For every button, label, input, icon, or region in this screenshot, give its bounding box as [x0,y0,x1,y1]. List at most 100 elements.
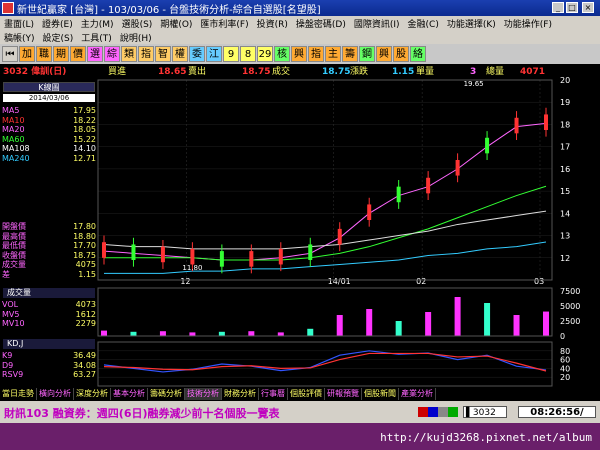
tab-3[interactable]: 基本分析 [111,388,148,400]
tab-4[interactable]: 籌碼分析 [148,388,185,400]
candle-body [337,228,342,245]
menu-item-1[interactable]: 證券(E) [42,17,73,30]
news-ticker[interactable]: 財訊103 融資券：週四(6日)融券減少前十名個股一覽表 [4,405,280,421]
volume-bar [218,331,225,336]
toolbar-button-19[interactable]: 主 [325,46,341,62]
volume-bar [395,321,402,336]
technical-chart[interactable]: 20191817161514131212 14/01 02 0319.6511.80 … [0,66,600,388]
menu-item-7[interactable]: 操盤密碼(D) [296,17,346,30]
tab-0[interactable]: 當日走勢 [0,388,37,400]
toolbar-button-16[interactable]: 核 [274,46,290,62]
candle-body [308,244,313,260]
kd-ytick: 80 [560,347,570,356]
candle-body [544,114,548,130]
toolbar-button-23[interactable]: 股 [393,46,409,62]
menu-item-8[interactable]: 國際資訊(I) [354,17,400,30]
toolbar-button-15[interactable]: 29 [257,46,273,62]
minimize-button[interactable]: _ [552,2,564,13]
candle-body [367,204,372,220]
kline-xtick: 12 [180,277,190,286]
candle-body [249,251,254,267]
toolbar-button-1[interactable]: 加 [19,46,35,62]
tab-2[interactable]: 深度分析 [74,388,111,400]
analysis-tabs: 當日走勢 橫向分析 深度分析 基本分析 籌碼分析 技術分析 財務分析 行事曆 個股評價 研報預覽個… [0,388,600,400]
menu-item-5[interactable]: 匯市利率(F) [200,17,248,30]
candle-body [131,244,136,260]
tab-7[interactable]: 行事曆 [259,388,288,400]
tab-1[interactable]: 橫向分析 [37,388,74,400]
toolbar-button-2[interactable]: 職 [36,46,52,62]
toolbar: ⏮ 加職期價選綜類指智權委江 9 8 29 核興指主籌鋼興股絡 [0,44,600,64]
tab-11[interactable]: 產業分析 [399,388,436,400]
toolbar-button-0[interactable]: ⏮ [2,46,18,62]
candle-body [190,248,195,265]
kline-ytick: 17 [560,143,570,152]
kd-ytick: 40 [560,364,570,373]
volume-bar [159,331,166,336]
volume-bar [543,311,549,336]
toolbar-button-4[interactable]: 價 [70,46,86,62]
tab-6[interactable]: 財務分析 [222,388,259,400]
volume-bar [307,328,314,336]
toolbar-button-11[interactable]: 委 [189,46,205,62]
app-icon [2,2,14,14]
tab-8[interactable]: 個股評價 [288,388,325,400]
menu-item-3[interactable]: 選股(S) [122,17,153,30]
volume-ytick: 2500 [560,317,580,326]
volume-bar [454,297,461,336]
kline-ytick: 14 [560,209,570,218]
kline-ytick: 20 [560,76,570,85]
menu-item-6[interactable]: 投資(R) [257,17,288,30]
toolbar-button-22[interactable]: 興 [376,46,392,62]
volume-bar [189,332,196,336]
candle-body [485,137,490,154]
toolbar-button-6[interactable]: 綜 [104,46,120,62]
menu-item-2[interactable]: 主力(M) [81,17,114,30]
menu-item-0[interactable]: 畫面(L) [4,17,34,30]
toolbar-button-8[interactable]: 指 [138,46,154,62]
menu-item-10[interactable]: 功能選擇(K) [447,17,496,30]
volume-bar [130,331,137,336]
menu-item-2-1[interactable]: 設定(S) [43,31,74,44]
candle-body [102,242,106,258]
volume-bar [425,312,432,336]
window-title: 新世紀贏家 [台灣] - 103/03/06 - 台盤技術分析-綜合自選股[名望… [17,4,321,16]
toolbar-button-20[interactable]: 籌 [342,46,358,62]
candle-body [426,177,431,194]
volume-ytick: 0 [560,332,565,341]
tab-9[interactable]: 研報預覽 [325,388,362,400]
toolbar-button-18[interactable]: 指 [308,46,324,62]
tab-5[interactable]: 技術分析 [185,388,222,400]
toolbar-button-10[interactable]: 權 [172,46,188,62]
maximize-button[interactable]: □ [566,2,578,13]
toolbar-button-7[interactable]: 類 [121,46,137,62]
toolbar-button-3[interactable]: 期 [53,46,69,62]
menu-item-2-3[interactable]: 說明(H) [120,31,152,44]
toolbar-button-21[interactable]: 鋼 [359,46,375,62]
market-indicator [418,407,458,417]
toolbar-button-17[interactable]: 興 [291,46,307,62]
toolbar-button-13[interactable]: 9 [223,46,239,62]
menu-bar: 畫面(L) 證券(E) 主力(M) 選股(S) 期權(O) 匯市利率(F) 投資(R) 操盤密… [0,16,600,44]
toolbar-button-12[interactable]: 江 [206,46,222,62]
code-input[interactable]: ▌3032 [463,406,507,418]
toolbar-button-24[interactable]: 絡 [410,46,426,62]
menu-item-11[interactable]: 功能操作(F) [504,17,552,30]
volume-ytick: 7500 [560,287,580,296]
tab-10[interactable]: 個股新聞 [362,388,399,400]
menu-item-9[interactable]: 金融(C) [408,17,439,30]
menu-item-2-2[interactable]: 工具(T) [81,31,112,44]
toolbar-button-5[interactable]: 選 [87,46,103,62]
series-ma108-line [103,210,547,250]
clock: 08:26:56/ [518,406,596,418]
menu-item-4[interactable]: 期權(O) [160,17,192,30]
toolbar-button-9[interactable]: 智 [155,46,171,62]
menu-item-2-0[interactable]: 稿帳(Y) [4,31,35,44]
close-button[interactable]: × [582,2,594,13]
candle-body [396,186,401,203]
series-k9-line [103,350,547,373]
toolbar-button-14[interactable]: 8 [240,46,256,62]
kline-ytick: 12 [560,254,570,263]
url-footer: http://kujd3268.pixnet.net/album [0,423,600,450]
kd-ytick: 20 [560,373,570,382]
